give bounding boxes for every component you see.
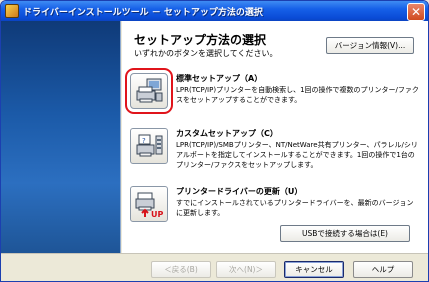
installer-window: ドライバーインストールツール － セットアップ方法の選択 ✕ セットアップ方法の… [0,0,429,282]
option-description: LPR(TCP/IP)プリンターを自動検索し、1回の操作で複数のプリンター/ファ… [176,86,419,104]
option-update-driver: UP プリンタードライバーの更新（U） すでにインストールされているプリンタード… [130,186,420,226]
usb-connection-button[interactable]: USBで接続する場合は(E) [280,225,410,242]
custom-setup-button[interactable]: ? [130,128,168,164]
app-icon [5,4,19,18]
svg-text:?: ? [142,137,146,145]
footer-bar: ＜戻る(B) 次へ(N)＞ キャンセル ヘルプ [1,253,428,281]
printer-computer-icon [136,78,163,103]
option-title: プリンタードライバーの更新（U） [176,187,303,196]
back-button[interactable]: ＜戻る(B) [151,261,211,278]
option-description: LPR(TCP/IP)/SMBプリンター、NT/NetWare共有プリンター、パ… [176,141,418,169]
page-subtitle: いずれかのボタンを選択してください。 [134,49,278,58]
title-bar: ドライバーインストールツール － セットアップ方法の選択 ✕ [1,1,428,21]
printer-update-icon: UP [135,192,163,218]
page-title: セットアップ方法の選択 [134,33,267,47]
window-title: ドライバーインストールツール － セットアップ方法の選択 [23,7,263,18]
option-title: カスタムセットアップ（C） [176,129,278,138]
main-panel: セットアップ方法の選択 いずれかのボタンを選択してください。 バージョン情報(V… [122,21,428,253]
up-badge: UP [151,210,163,218]
update-driver-button[interactable]: UP [130,186,168,222]
option-title: 標準セットアップ（A） [176,74,263,83]
sidebar-banner [1,21,121,253]
standard-setup-button[interactable] [125,68,173,114]
version-info-button[interactable]: バージョン情報(V)... [326,37,414,54]
option-standard-setup: 標準セットアップ（A） LPR(TCP/IP)プリンターを自動検索し、1回の操作… [125,68,420,114]
close-button[interactable]: ✕ [407,3,425,21]
option-description: すでにインストールされているプリンタードライバーを、最新のバージョンに更新します… [176,199,414,217]
next-button[interactable]: 次へ(N)＞ [216,261,276,278]
cancel-button[interactable]: キャンセル [284,261,344,278]
option-custom-setup: ? カスタムセットアップ（C） LPR(TCP/IP)/SMBプリンター、NT/… [130,128,420,176]
help-button[interactable]: ヘルプ [353,261,413,278]
printer-custom-icon: ? [136,134,163,157]
